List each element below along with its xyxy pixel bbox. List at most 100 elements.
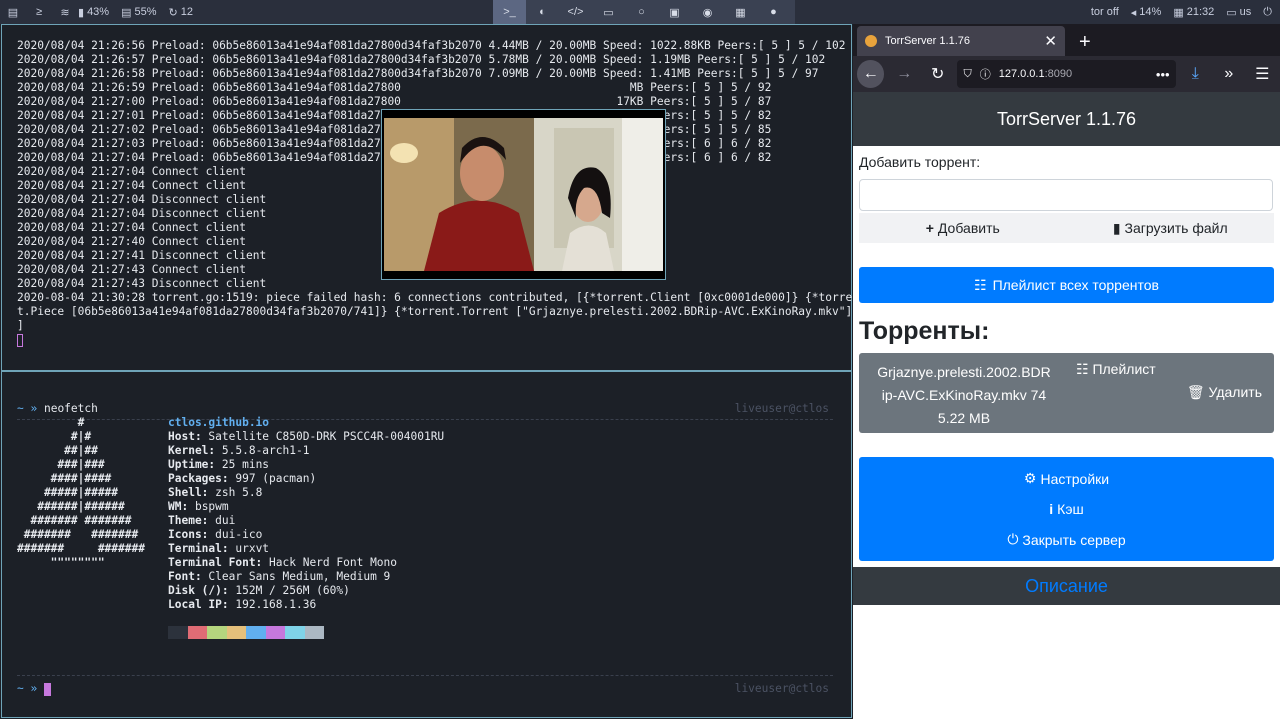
logo-line: ####### ####### [17,542,145,555]
info-value: 25 mins [215,458,270,471]
workspace-chat-icon[interactable]: ○ [625,0,658,24]
logo-line: # [17,416,85,429]
brightness-icon: ▤ [121,6,132,19]
info-row: Host: Satellite C850D-DRK PSCC4R-004001R… [168,430,444,444]
workspace-terminal-icon[interactable]: >_ [493,0,526,24]
log-line: 2020-08-04 21:30:28 torrent.go:1519: pie… [17,291,859,304]
right-prompt-host: liveuser@ctlos [734,682,829,695]
add-torrent-input[interactable] [859,179,1273,211]
cache-button[interactable]: i Кэш [1049,501,1083,517]
shield-icon[interactable]: ⛉ [963,68,971,81]
overflow-chevron-icon[interactable]: » [1215,60,1242,88]
rss-icon[interactable]: ≋ [52,0,78,24]
info-key: Disk (/): [168,584,229,597]
cursor-line [17,333,859,347]
menu-icon[interactable]: ▤ [0,0,26,24]
shutdown-button[interactable]: ⏻ Закрыть сервер [1007,531,1125,548]
cache-label: Кэш [1057,501,1084,517]
page-actions-icon[interactable]: ••• [1156,67,1170,82]
clock[interactable]: ▦ 21:32 [1173,6,1214,19]
panel-right: tor off ◂ 14% ▦ 21:32 ▭ us ⏻ [1091,0,1280,24]
workspace-switcher: >_ ◐ </> ▭ ○ ▣ ◉ ▦ ● [493,0,795,24]
workspace-circle-icon[interactable]: ◐ [526,0,559,24]
prompt-symbol: ~ » [17,682,38,695]
log-line: 2020/08/04 21:27:00 Preload: 06b5e86013a… [17,95,772,108]
add-button[interactable]: + Добавить [859,213,1067,243]
description-link[interactable]: Описание [853,567,1280,605]
workspace-steam-icon[interactable]: ● [757,0,790,24]
upload-file-button[interactable]: ▮ Загрузить файл [1067,213,1275,243]
torrent-name-line: 5.22 MB [937,410,991,426]
file-upload-icon: ▮ [1112,219,1121,236]
back-button-icon[interactable]: ← [857,60,885,88]
terminal-icon[interactable]: ≥ [26,0,52,24]
info-key: Theme: [168,514,209,527]
palette-swatch [168,626,188,639]
info-row: Disk (/): 152M / 256M (60%) [168,584,444,598]
keyboard-icon: ▭ [1226,6,1237,19]
settings-button[interactable]: ⚙ Настройки [1024,470,1109,487]
workspace-code-icon[interactable]: </> [559,0,592,24]
gear-icon: ⚙ [1023,470,1037,486]
info-row: Font: Clear Sans Medium, Medium 9 [168,570,444,584]
palette-swatch [207,626,227,639]
panel-left: ▤ ≥ ≋ ▮ 43% ▤ 55% ↻ 12 [0,0,205,24]
info-key: Packages: [168,472,229,485]
workspace-eye-icon[interactable]: ◉ [691,0,724,24]
logo-line: ##|## [17,444,98,457]
separator [17,675,833,676]
volume-icon: ◂ [1130,6,1137,19]
distro-logo: # #|# ##|## ###|### ####|#### #####|####… [17,416,145,570]
torrent-delete-button[interactable]: 🗑 Удалить [1187,384,1262,401]
clock-value: 21:32 [1186,6,1215,18]
tor-status[interactable]: tor off [1091,6,1119,18]
forward-button-icon[interactable]: → [890,60,917,88]
info-value: Satellite C850D-DRK PSCC4R-004001RU [201,430,445,443]
log-line: 2020/08/04 21:26:56 Preload: 06b5e86013a… [17,39,846,52]
info-icon[interactable]: ⓘ [980,66,991,82]
new-tab-icon[interactable]: + [1079,28,1091,56]
color-palette [168,626,324,639]
logo-line: ####### ####### [17,528,139,541]
info-key: Uptime: [168,458,216,471]
favicon-icon [865,35,877,47]
info-key: Icons: [168,528,209,541]
keyboard-layout[interactable]: ▭ us [1226,6,1251,19]
close-tab-icon[interactable]: ✕ [1044,32,1057,50]
reload-icon[interactable]: ↻ [924,60,951,88]
info-row: WM: bspwm [168,500,444,514]
volume-status[interactable]: ◂ 14% [1131,6,1162,19]
info-value: Hack Nerd Font Mono [262,556,398,569]
prompt-line-2: ~ » [17,682,51,696]
torrent-name[interactable]: Grjaznye.prelesti.2002.BDR ip-AVC.ExKino… [869,361,1059,430]
trash-icon: 🗑 [1186,384,1205,400]
info-value: bspwm [188,500,229,513]
video-pip-window[interactable] [381,109,666,280]
workspace-image-icon[interactable]: ▣ [658,0,691,24]
log-line: ] [17,319,24,332]
neofetch-terminal[interactable]: ~ » neofetch liveuser@ctlos # #|# ##|## … [1,371,852,718]
power-icon[interactable]: ⏻ [1263,6,1272,19]
torrent-playlist-button[interactable]: ☷ Плейлист [1076,361,1156,378]
url-bar[interactable]: ⛉ ⓘ 127.0.0.1:8090 ••• [957,60,1176,88]
add-actions: + Добавить ▮ Загрузить файл [859,213,1274,243]
info-value: 152M / 256M (60%) [228,584,350,597]
page-title: TorrServer 1.1.76 [853,92,1280,146]
list-icon: ☷ [974,276,987,293]
workspace-keyboard-icon[interactable]: ▦ [724,0,757,24]
playlist-all-button[interactable]: ☷ Плейлист всех торрентов [859,267,1274,303]
info-value: 5.5.8-arch1-1 [215,444,310,457]
palette-swatch [187,626,207,639]
info-row: Packages: 997 (pacman) [168,472,444,486]
hamburger-menu-icon[interactable]: ☰ [1249,60,1276,88]
download-icon[interactable]: ⤓ [1182,60,1209,88]
log-terminal[interactable]: 2020/08/04 21:26:56 Preload: 06b5e86013a… [1,24,859,371]
torrent-name-line: ip-AVC.ExKinoRay.mkv 74 [881,387,1047,403]
updates-status[interactable]: ↻ 12 [169,6,193,19]
info-value: urxvt [228,542,270,555]
info-row: Icons: dui-ico [168,528,444,542]
info-row: Uptime: 25 mins [168,458,444,472]
playlist-all-label: Плейлист всех торрентов [992,277,1159,293]
workspace-folder-icon[interactable]: ▭ [592,0,625,24]
tab-torrserver[interactable]: TorrServer 1.1.76 ✕ [857,26,1065,56]
